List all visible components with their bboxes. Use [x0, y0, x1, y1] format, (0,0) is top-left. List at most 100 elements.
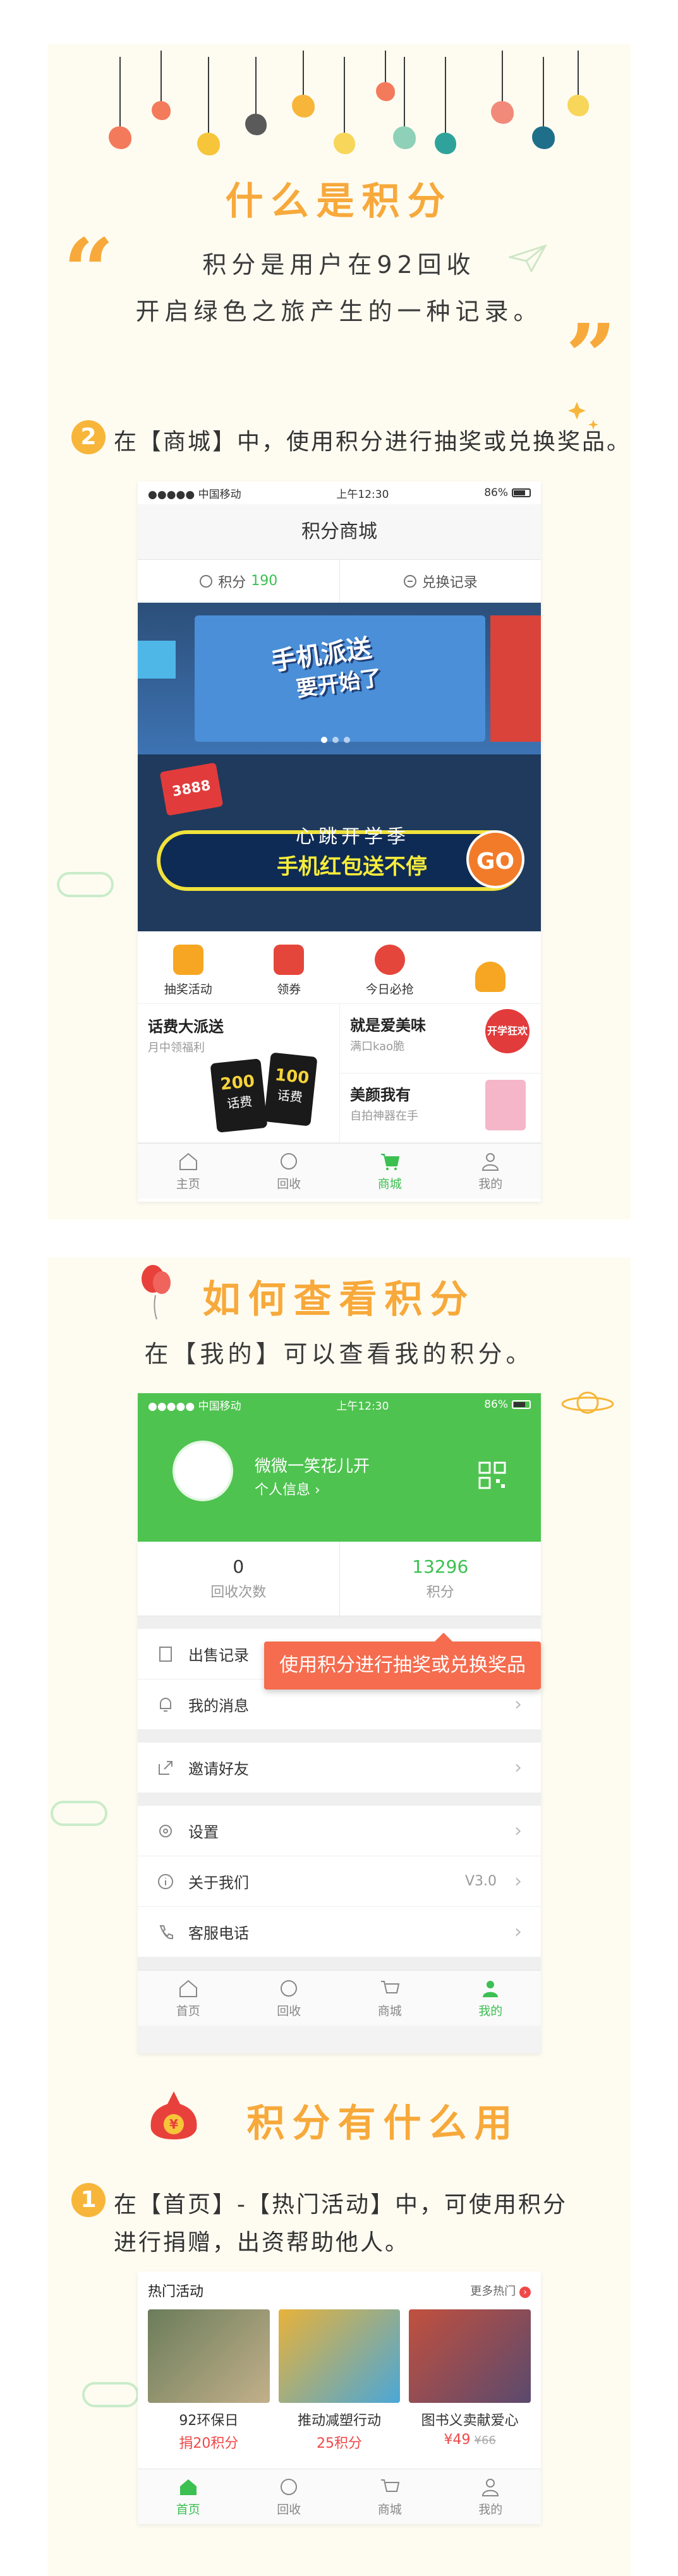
hot-item-image [148, 2309, 270, 2403]
qr-code-icon[interactable] [478, 1461, 506, 1489]
user-name: 微微一笑花儿开 [255, 1457, 370, 1476]
cart-icon [380, 2479, 399, 2492]
clock: 上午12:30 [336, 488, 389, 501]
points-button[interactable]: 积分 190 [138, 560, 340, 602]
ornament [532, 57, 555, 149]
avatar[interactable] [173, 1441, 233, 1501]
quote-close-icon: ” [566, 305, 617, 409]
step-2-badge: 2 [71, 420, 106, 454]
step-1-line-1: 在【首页】-【热门活动】中，可使用积分 [114, 2192, 567, 2218]
points-value: 190 [251, 573, 278, 589]
hot-item-title: 图书义卖献爱心 [421, 2413, 519, 2429]
row-invite[interactable]: 邀请好友 › [138, 1743, 541, 1793]
tab-mine[interactable]: 我的 [440, 2469, 542, 2524]
tab-mine[interactable]: 我的 [440, 1144, 542, 1199]
row-label: 关于我们 [188, 1874, 249, 1892]
battery-icon [512, 1400, 531, 1409]
section-title-how-to-view: 如何查看积分 [202, 1278, 476, 1322]
card-subtitle: 月中领福利 [148, 1041, 205, 1055]
recycle-icon [281, 1153, 298, 1170]
carrier: ●●●●● 中国移动 [148, 488, 241, 501]
hot-activities: 热门活动 更多热门 › 92环保日 捐20积分 推动减塑行动 25积分 图书义卖… [138, 2271, 541, 2452]
exchange-record-button[interactable]: 兑换记录 [340, 560, 542, 602]
row-label: 设置 [188, 1823, 219, 1841]
banner-carousel[interactable]: 手机派送 要开始了 [138, 603, 541, 754]
feature-icons: 抽奖活动 领券 今日必抢 [138, 931, 541, 1004]
row-label: 出售记录 [188, 1647, 249, 1664]
status-bar: ●●●●● 中国移动 上午12:30 86% [138, 481, 541, 504]
row-about[interactable]: 关于我们 V3.0 › [138, 1856, 541, 1907]
points-tooltip: 使用积分进行抽奖或兑换奖品 [264, 1633, 541, 1690]
tab-home[interactable]: 首页 [138, 1971, 239, 2026]
tab-bar: 主页 回收 商城 我的 [138, 1143, 541, 1199]
chevron-right-icon: › [514, 1693, 522, 1715]
status-bar: ●●●●● 中国移动 上午12:30 86% [138, 1393, 541, 1416]
bell-icon [160, 1697, 171, 1712]
more-hot-link[interactable]: 更多热门 › [470, 2282, 531, 2299]
divider [138, 1793, 541, 1806]
tab-home[interactable]: 主页 [138, 1144, 239, 1199]
card-beauty[interactable]: 美颜我有 自拍神器在手 [340, 1073, 541, 1142]
feature-lottery[interactable]: 抽奖活动 [138, 931, 239, 1003]
feature-flash-sale[interactable]: 今日必抢 [339, 931, 440, 1003]
cloud-icon [57, 872, 114, 897]
stat-points[interactable]: 13296 积分 [340, 1542, 542, 1616]
step-1-badge: 1 [71, 2183, 106, 2217]
hot-item-eco-day[interactable]: 92环保日 捐20积分 [148, 2309, 270, 2452]
tab-recycle[interactable]: 回收 [239, 1971, 340, 2026]
tab-label: 首页 [176, 2503, 200, 2517]
stat-recycle-count[interactable]: 0 回收次数 [138, 1542, 340, 1616]
planet-icon [561, 1391, 614, 1414]
ornament [491, 51, 514, 124]
user-icon [483, 1981, 499, 1997]
battery-icon [512, 488, 531, 497]
cart-icon [380, 1154, 399, 1170]
home-icon [179, 1980, 197, 1997]
step-1-line-2: 进行捐赠，出资帮助他人。 [114, 2230, 410, 2256]
card-snacks[interactable]: 就是爱美味 满口kao脆 开学狂欢 [340, 1004, 541, 1073]
ornament [109, 57, 131, 149]
tab-mine[interactable]: 我的 [440, 1971, 542, 2026]
row-support-phone[interactable]: 客服电话 › [138, 1907, 541, 1957]
tab-bar: 首页 回收 商城 我的 [138, 2469, 541, 2524]
tab-recycle[interactable]: 回收 [239, 2469, 340, 2524]
tab-shop[interactable]: 商城 [339, 1144, 440, 1199]
product-image [485, 1080, 526, 1130]
tab-label: 我的 [478, 2004, 503, 2018]
divider [138, 1616, 541, 1629]
row-settings[interactable]: 设置 › [138, 1806, 541, 1856]
tab-shop[interactable]: 商城 [339, 1971, 440, 2026]
tab-label: 我的 [478, 1177, 503, 1191]
chevron-right-icon: › [519, 2287, 531, 2298]
hot-item-image [278, 2309, 401, 2403]
card-phone-credit[interactable]: 话费大派送 月中领福利 200 话费 100 话费 [138, 1004, 340, 1142]
feature-more[interactable] [440, 931, 542, 1003]
go-button[interactable]: GO [466, 830, 524, 888]
stat-value: 13296 [412, 1556, 469, 1577]
hot-item-old-price: ¥66 [474, 2434, 496, 2447]
coin-icon [200, 574, 213, 588]
points-bar: 积分 190 兑换记录 [138, 560, 541, 603]
credit-card-200: 200 话费 [210, 1058, 268, 1133]
chevron-right-icon: › [514, 1870, 522, 1892]
hot-item-book-sale[interactable]: 图书义卖献爱心 ¥49 ¥66 [409, 2309, 531, 2452]
phone-icon [159, 1925, 173, 1939]
hot-item-plastic[interactable]: 推动减塑行动 25积分 [278, 2309, 401, 2452]
tab-bar: 首页 回收 商城 我的 [138, 1970, 541, 2026]
carousel-dots [321, 737, 350, 743]
hot-activities-header: 热门活动 更多热门 › [148, 2271, 531, 2309]
feature-coupon[interactable]: 领券 [239, 931, 340, 1003]
tab-shop[interactable]: 商城 [339, 2469, 440, 2524]
sale-badge: 开学狂欢 [485, 1009, 530, 1053]
battery-level: 86% [484, 1398, 508, 1411]
lottery-icon [173, 945, 203, 975]
ornament [197, 57, 220, 155]
cloud-icon [82, 2382, 139, 2407]
promo-banner[interactable]: 3888 心跳开学季 手机红包送不停 GO [138, 754, 541, 931]
tab-home[interactable]: 首页 [138, 2469, 239, 2524]
hot-item-title: 92环保日 [179, 2413, 239, 2429]
tab-recycle[interactable]: 回收 [239, 1144, 340, 1199]
profile-info-link[interactable]: 个人信息 › [255, 1478, 320, 1499]
battery: 86% [484, 487, 531, 499]
exchange-label: 兑换记录 [421, 574, 478, 591]
